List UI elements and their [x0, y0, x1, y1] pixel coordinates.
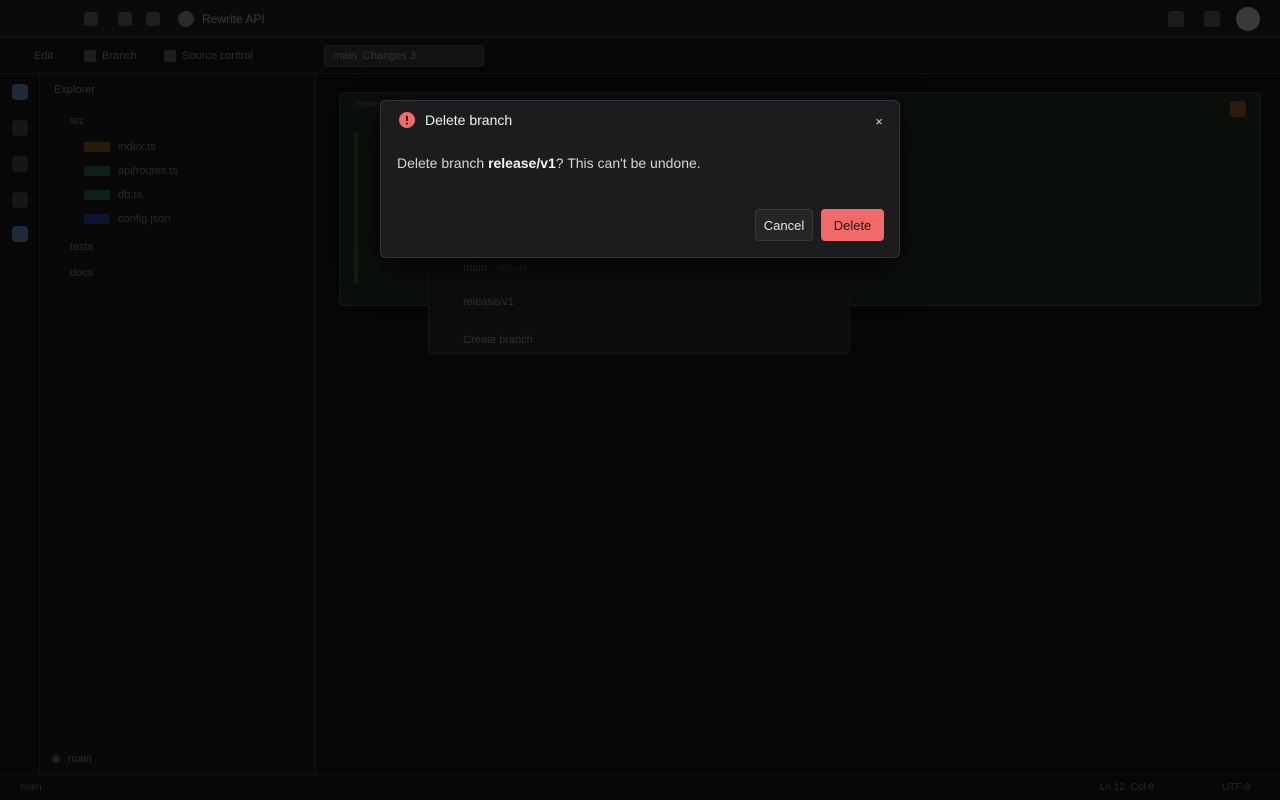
- sidebar-file[interactable]: index.ts: [84, 140, 156, 154]
- delete-branch-dialog: Delete branch × Delete branch release/v1…: [380, 100, 900, 258]
- toolbar-source-control[interactable]: Source control: [164, 48, 253, 64]
- branch-icon: [52, 755, 60, 763]
- project-icon: [178, 11, 194, 27]
- avatar[interactable]: [1236, 7, 1260, 31]
- project-switcher[interactable]: Rewrite API: [178, 10, 265, 28]
- app-root: Rewrite API Edit Branch Source control m…: [0, 0, 1280, 800]
- message-prefix: Delete branch: [397, 155, 489, 171]
- toolbar: Edit Branch Source control main Changes …: [0, 38, 1280, 74]
- bell-icon[interactable]: [1204, 11, 1220, 27]
- alert-circle-icon: [399, 112, 415, 128]
- toolbar-edit[interactable]: Edit: [34, 48, 53, 64]
- branch-option[interactable]: release/v1: [463, 295, 514, 309]
- sidebar-header: Explorer: [54, 84, 95, 96]
- sidebar-folder[interactable]: docs: [70, 266, 93, 280]
- status-cursor-position[interactable]: Ln 12, Col 8: [1100, 782, 1154, 793]
- branch-name: release/v1: [488, 155, 556, 171]
- source-control-icon: [164, 50, 176, 62]
- activity-rail: [0, 74, 40, 774]
- search-icon[interactable]: [1168, 11, 1184, 27]
- sidebar-file[interactable]: db.ts: [84, 188, 142, 202]
- menu-icon[interactable]: [146, 12, 160, 26]
- branch-icon: [84, 50, 96, 62]
- changes-count: Changes 3: [362, 50, 417, 62]
- sidebar-folder[interactable]: src: [70, 114, 85, 128]
- create-branch-option[interactable]: Create branch: [463, 333, 533, 347]
- branch-option[interactable]: main default: [463, 261, 527, 275]
- cancel-button[interactable]: Cancel: [755, 209, 813, 241]
- status-branch[interactable]: main: [20, 782, 42, 793]
- back-icon[interactable]: [84, 12, 98, 26]
- forward-icon[interactable]: [118, 12, 132, 26]
- sidebar-file[interactable]: api/routes.ts: [84, 164, 178, 178]
- branch-tool-icon[interactable]: [12, 226, 28, 242]
- sidebar-file[interactable]: config.json: [84, 212, 171, 226]
- message-suffix: ? This can't be undone.: [555, 155, 701, 171]
- sidebar-footer[interactable]: main: [52, 752, 92, 766]
- extensions-icon[interactable]: [12, 192, 28, 208]
- branch-selector-label: main: [333, 50, 357, 62]
- dialog-title: Delete branch: [425, 112, 513, 128]
- dialog-header: Delete branch: [399, 111, 512, 129]
- delete-button[interactable]: Delete: [821, 209, 884, 241]
- sidebar-folder[interactable]: tests: [70, 240, 93, 254]
- search-icon[interactable]: [12, 120, 28, 136]
- dialog-message: Delete branch release/v1? This can't be …: [397, 155, 701, 171]
- project-name: Rewrite API: [202, 12, 265, 26]
- branch-dropdown: main default release/v1 Create branch: [428, 250, 850, 354]
- diff-gutter: [354, 133, 358, 283]
- files-icon[interactable]: [12, 84, 28, 100]
- toolbar-branch[interactable]: Branch: [84, 48, 137, 64]
- warning-badge-icon[interactable]: [1230, 101, 1246, 117]
- status-encoding[interactable]: UTF-8: [1222, 782, 1250, 793]
- status-bar: main Ln 12, Col 8 UTF-8: [0, 774, 1280, 800]
- top-bar: Rewrite API: [0, 0, 1280, 38]
- close-icon[interactable]: ×: [871, 113, 887, 129]
- branch-selector[interactable]: main Changes 3: [324, 45, 484, 67]
- git-icon[interactable]: [12, 156, 28, 172]
- sidebar: Explorer src index.ts api/routes.ts db.t…: [40, 74, 316, 774]
